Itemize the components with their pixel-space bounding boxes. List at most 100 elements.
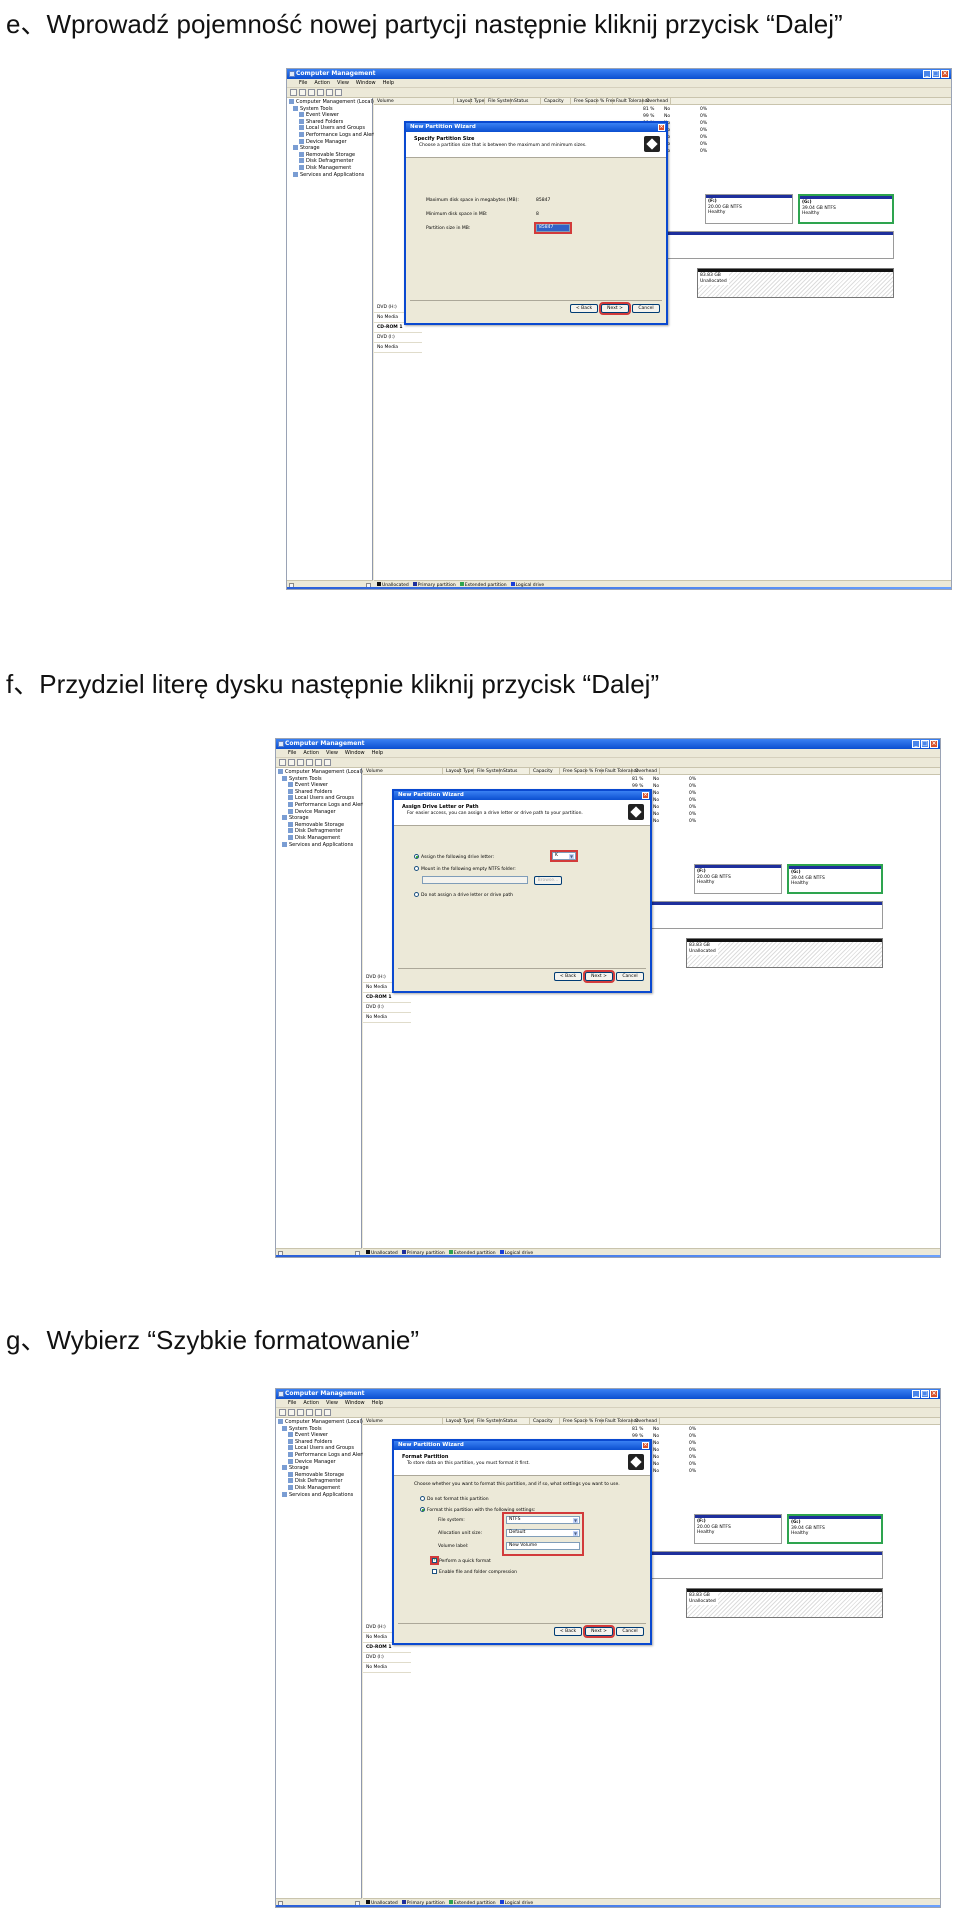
assign-letter-radio[interactable] (414, 854, 419, 859)
menu-item-help[interactable]: Help (372, 1399, 383, 1407)
column-header[interactable]: Free Space (571, 98, 599, 104)
format-option[interactable]: Format this partition with the following… (420, 1507, 535, 1513)
mount-folder-radio[interactable] (414, 866, 419, 871)
wizard-close-icon[interactable]: × (658, 124, 665, 131)
up-icon[interactable] (297, 759, 304, 766)
no-letter-option[interactable]: Do not assign a drive letter or drive pa… (414, 892, 513, 898)
menu-item-view[interactable]: View (337, 79, 349, 87)
back-button[interactable]: < Back (570, 304, 598, 313)
properties-icon[interactable] (326, 89, 333, 96)
tree-item[interactable]: Disk Management (278, 1484, 359, 1492)
column-header[interactable]: Status (511, 98, 541, 104)
cancel-button[interactable]: Cancel (632, 304, 660, 313)
column-header[interactable]: Capacity (530, 1418, 560, 1424)
tree-item[interactable]: Disk Management (278, 834, 359, 842)
tree-item[interactable]: Services and Applications (278, 841, 359, 849)
tree-item[interactable]: Performance Logs and Alerts (278, 1451, 367, 1459)
tree-item[interactable]: System Tools (289, 105, 370, 113)
tree-item[interactable]: Device Manager (278, 808, 359, 816)
tree-item[interactable]: Device Manager (278, 1458, 359, 1466)
forward-icon[interactable] (288, 759, 295, 766)
close-button[interactable]: × (930, 740, 938, 748)
tree-item[interactable]: Event Viewer (289, 112, 370, 119)
allocation-unit-select[interactable]: Default ▼ (506, 1529, 580, 1537)
column-header[interactable]: % Free (586, 1418, 604, 1424)
column-header[interactable]: Capacity (530, 768, 560, 774)
up-icon[interactable] (308, 89, 315, 96)
partition-size-input[interactable]: 85847 (534, 222, 572, 234)
menu-item-window[interactable]: Window (345, 1399, 365, 1407)
column-header[interactable]: % Free (597, 98, 615, 104)
help-icon[interactable] (324, 759, 331, 766)
disk-g[interactable]: (G:) 39.04 GB NTFS Healthy (787, 864, 883, 894)
disk-g[interactable]: (G:) 39.04 GB NTFS Healthy (798, 194, 894, 224)
next-button[interactable]: Next > (583, 970, 615, 983)
tree-item[interactable]: Services and Applications (278, 1491, 359, 1499)
tree-item[interactable]: Local Users and Groups (278, 795, 359, 802)
menu-item-view[interactable]: View (326, 749, 338, 757)
column-header[interactable]: Type (471, 98, 485, 104)
tree-item[interactable]: Event Viewer (278, 1432, 359, 1439)
quick-format-option[interactable]: Perform a quick format (430, 1556, 491, 1565)
properties-icon[interactable] (315, 1409, 322, 1416)
maximize-button[interactable]: □ (921, 1390, 929, 1398)
quick-format-checkbox[interactable] (430, 1556, 439, 1565)
tree-item[interactable]: Performance Logs and Alerts (289, 131, 378, 139)
column-header[interactable]: Capacity (541, 98, 571, 104)
tree-item[interactable]: Shared Folders (289, 118, 370, 126)
no-format-option[interactable]: Do not format this partition (420, 1496, 489, 1502)
forward-icon[interactable] (288, 1409, 295, 1416)
column-header[interactable]: Volume (374, 98, 454, 104)
tree-item[interactable]: Storage (278, 1465, 359, 1472)
help-icon[interactable] (335, 89, 342, 96)
column-header[interactable]: Type (460, 768, 474, 774)
drive-letter-select[interactable]: K ▼ (550, 850, 578, 862)
cancel-button[interactable]: Cancel (616, 1627, 644, 1636)
menu-item-file[interactable]: File (288, 749, 296, 757)
back-icon[interactable] (279, 1409, 286, 1416)
assign-letter-option[interactable]: Assign the following drive letter: (414, 854, 494, 860)
menu-item-help[interactable]: Help (372, 749, 383, 757)
volume-label-input[interactable]: New Volume (506, 1542, 580, 1550)
tree-item[interactable]: System Tools (278, 1425, 359, 1433)
column-header[interactable]: Overhead (632, 1418, 660, 1424)
properties-icon[interactable] (315, 759, 322, 766)
tree-item[interactable]: Shared Folders (278, 1438, 359, 1446)
back-button[interactable]: < Back (554, 972, 582, 981)
column-header[interactable]: Free Space (560, 768, 588, 774)
column-header[interactable]: Type (460, 1418, 474, 1424)
menu-item-action[interactable]: Action (303, 1399, 319, 1407)
tree-item[interactable]: Computer Management (Local) (278, 769, 363, 776)
show-tree-icon[interactable] (306, 1409, 313, 1416)
menu-item-action[interactable]: Action (314, 79, 330, 87)
file-system-select[interactable]: NTFS ▼ (506, 1516, 580, 1524)
no-format-radio[interactable] (420, 1496, 425, 1501)
forward-icon[interactable] (299, 89, 306, 96)
disk-f[interactable]: (F:) 20.00 GB NTFS Healthy (705, 194, 793, 224)
tree-item[interactable]: Services and Applications (289, 171, 370, 179)
column-header[interactable]: Fault Tolerance (602, 768, 639, 774)
minimize-button[interactable]: _ (912, 740, 920, 748)
back-icon[interactable] (290, 89, 297, 96)
column-header[interactable]: File System (474, 1418, 503, 1424)
tree-item[interactable]: Computer Management (Local) (289, 99, 374, 106)
next-button[interactable]: Next > (599, 302, 631, 315)
mount-folder-option[interactable]: Mount in the following empty NTFS folder… (414, 866, 516, 872)
tree-item[interactable]: Local Users and Groups (278, 1445, 359, 1452)
column-header[interactable]: Volume (363, 1418, 443, 1424)
column-header[interactable]: Status (500, 1418, 530, 1424)
minimize-button[interactable]: _ (923, 70, 931, 78)
column-header[interactable]: Fault Tolerance (602, 1418, 639, 1424)
column-header[interactable]: Overhead (643, 98, 671, 104)
cancel-button[interactable]: Cancel (616, 972, 644, 981)
next-button[interactable]: Next > (583, 1625, 615, 1638)
unallocated-space[interactable]: 83.83 GB Unallocated (686, 1588, 883, 1618)
menu-item-file[interactable]: File (299, 79, 307, 87)
column-header[interactable]: Layout (454, 98, 472, 104)
browse-button[interactable]: Browse... (534, 876, 562, 885)
tree-item[interactable]: Disk Defragmenter (278, 828, 359, 835)
column-header[interactable]: Overhead (632, 768, 660, 774)
show-tree-icon[interactable] (306, 759, 313, 766)
tree-item[interactable]: Shared Folders (278, 788, 359, 796)
tree-item[interactable]: Device Manager (289, 138, 370, 146)
